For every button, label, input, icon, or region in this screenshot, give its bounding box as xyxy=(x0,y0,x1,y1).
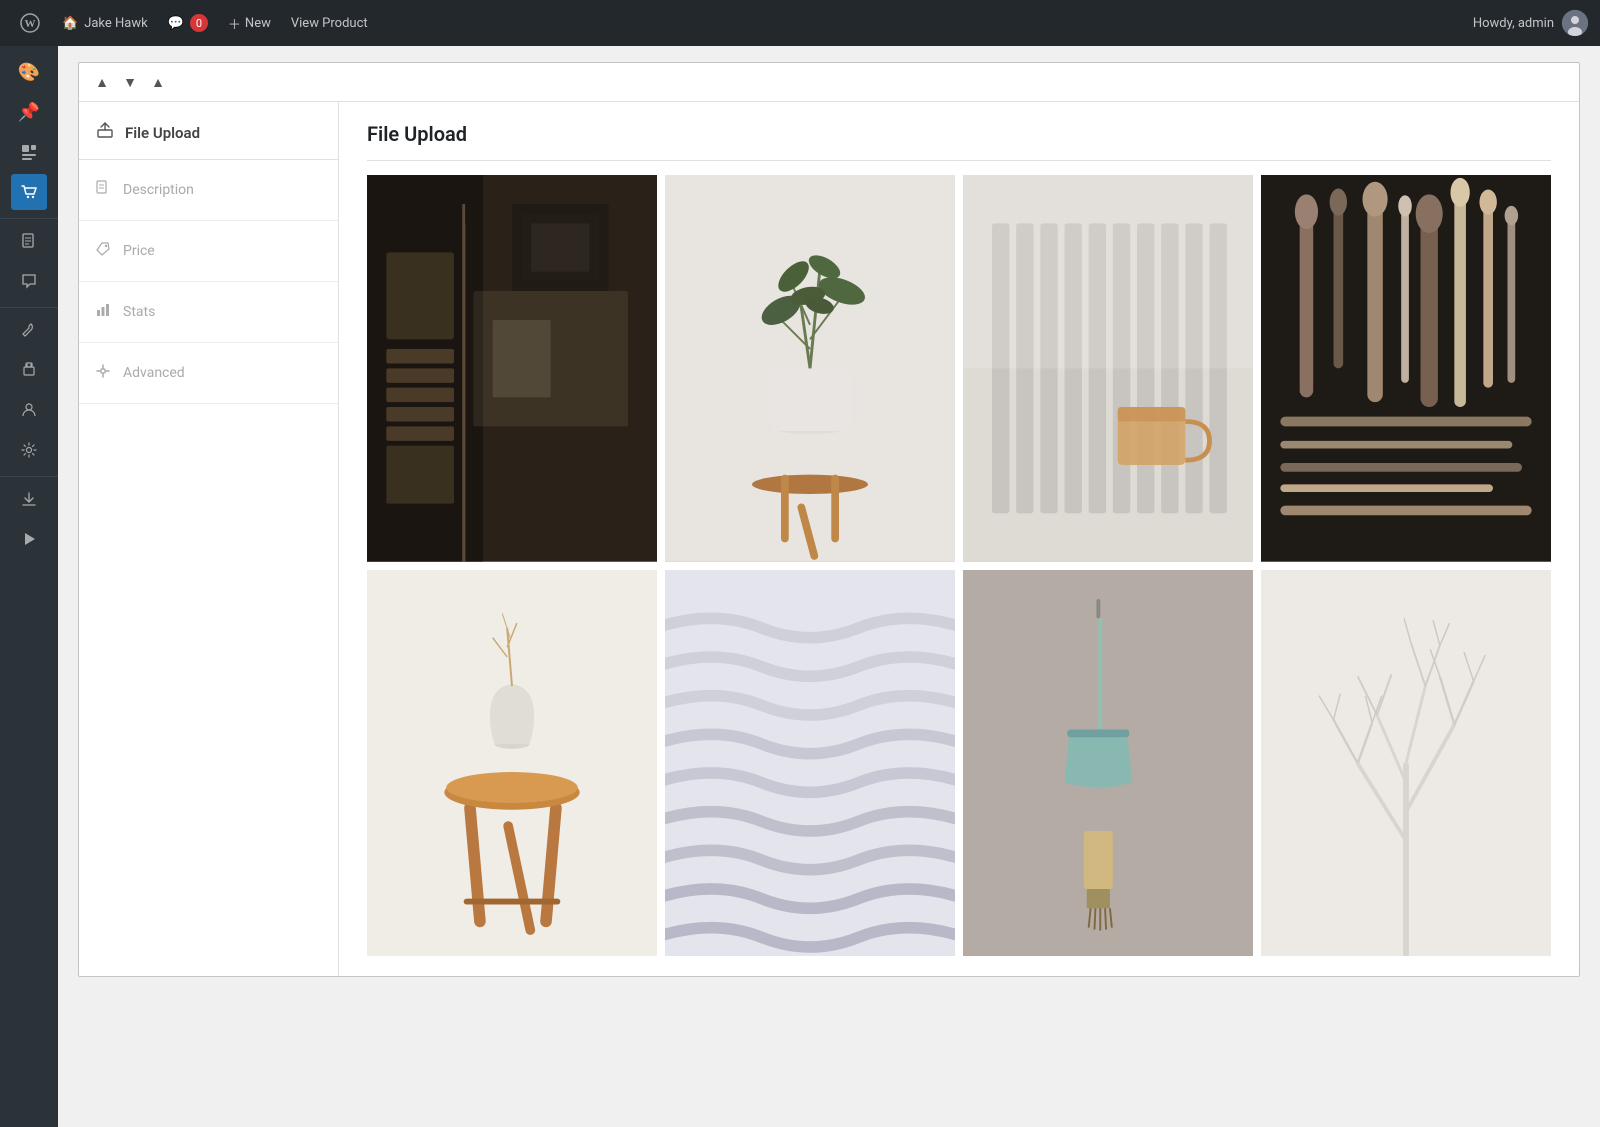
image-grid xyxy=(367,175,1551,956)
sidebar-separator-3 xyxy=(0,476,58,477)
comments-count-badge: 0 xyxy=(190,14,208,32)
sidebar-separator xyxy=(0,218,58,219)
image-item-1[interactable] xyxy=(367,175,657,562)
sidebar-icon-settings[interactable] xyxy=(11,432,47,468)
description-icon xyxy=(95,180,111,200)
wp-logo[interactable]: W xyxy=(12,5,48,41)
sidebar-icon-users[interactable] xyxy=(11,392,47,428)
sidebar-icon-plugins[interactable] xyxy=(11,352,47,388)
tab-stats[interactable]: Stats xyxy=(79,282,338,343)
plus-icon: ＋ xyxy=(228,14,241,33)
admin-bar: W 🏠 Jake Hawk 💬 0 ＋ New View Product How… xyxy=(0,0,1600,46)
sidebar-icon-comments[interactable] xyxy=(11,263,47,299)
sidebar-separator-2 xyxy=(0,307,58,308)
collapse-down-button[interactable]: ▼ xyxy=(119,71,141,93)
description-label: Description xyxy=(123,182,194,198)
avatar[interactable] xyxy=(1562,10,1588,36)
tab-content-title: File Upload xyxy=(367,122,1551,161)
tab-advanced[interactable]: Advanced xyxy=(79,343,338,404)
tab-price[interactable]: Price xyxy=(79,221,338,282)
price-icon xyxy=(95,241,111,261)
file-upload-nav-icon xyxy=(95,120,115,145)
price-label: Price xyxy=(123,243,155,259)
panel-controls: ▲ ▼ ▲ xyxy=(79,63,1579,102)
content-area: ▲ ▼ ▲ xyxy=(58,46,1600,1127)
product-data-panel: ▲ ▼ ▲ xyxy=(78,62,1580,977)
sidebar-icon-paint[interactable]: 🎨 xyxy=(11,54,47,90)
view-product-label: View Product xyxy=(291,16,368,31)
advanced-icon xyxy=(95,363,111,383)
tab-nav-header-label: File Upload xyxy=(125,124,200,142)
comment-icon: 💬 xyxy=(168,16,184,31)
image-item-3[interactable] xyxy=(963,175,1253,562)
sidebar-icon-pages[interactable] xyxy=(11,223,47,259)
sidebar-icon-play[interactable] xyxy=(11,521,47,557)
sidebar-icon-posts[interactable] xyxy=(11,134,47,170)
tab-description[interactable]: Description xyxy=(79,160,338,221)
stats-icon xyxy=(95,302,111,322)
sidebar-icon-products[interactable] xyxy=(11,174,47,210)
view-product-link[interactable]: View Product xyxy=(281,0,378,46)
collapse-toggle-button[interactable]: ▲ xyxy=(147,71,169,93)
main-layout: 🎨 📌 xyxy=(0,46,1600,1127)
comments-link[interactable]: 💬 0 xyxy=(158,0,218,46)
tab-nav: File Upload Description xyxy=(79,102,339,976)
howdy-section: Howdy, admin xyxy=(1473,10,1588,36)
collapse-up-button[interactable]: ▲ xyxy=(91,71,113,93)
image-item-6[interactable] xyxy=(665,570,955,957)
image-item-2[interactable] xyxy=(665,175,955,562)
image-item-7[interactable] xyxy=(963,570,1253,957)
advanced-label: Advanced xyxy=(123,365,185,381)
sidebar-icon-tools[interactable] xyxy=(11,312,47,348)
svg-text:W: W xyxy=(25,18,36,30)
panel-body: File Upload Description xyxy=(79,102,1579,976)
image-item-8[interactable] xyxy=(1261,570,1551,957)
sidebar: 🎨 📌 xyxy=(0,46,58,1127)
stats-label: Stats xyxy=(123,304,155,320)
sidebar-icon-pin[interactable]: 📌 xyxy=(11,94,47,130)
tab-content: File Upload xyxy=(339,102,1579,976)
image-item-4[interactable] xyxy=(1261,175,1551,562)
new-link[interactable]: ＋ New xyxy=(218,0,281,46)
howdy-label: Howdy, admin xyxy=(1473,16,1554,31)
sidebar-icon-import[interactable] xyxy=(11,481,47,517)
tab-nav-header: File Upload xyxy=(79,102,338,160)
new-label: New xyxy=(245,16,271,31)
home-icon: 🏠 xyxy=(62,16,78,31)
image-item-5[interactable] xyxy=(367,570,657,957)
site-name-link[interactable]: 🏠 Jake Hawk xyxy=(52,0,158,46)
